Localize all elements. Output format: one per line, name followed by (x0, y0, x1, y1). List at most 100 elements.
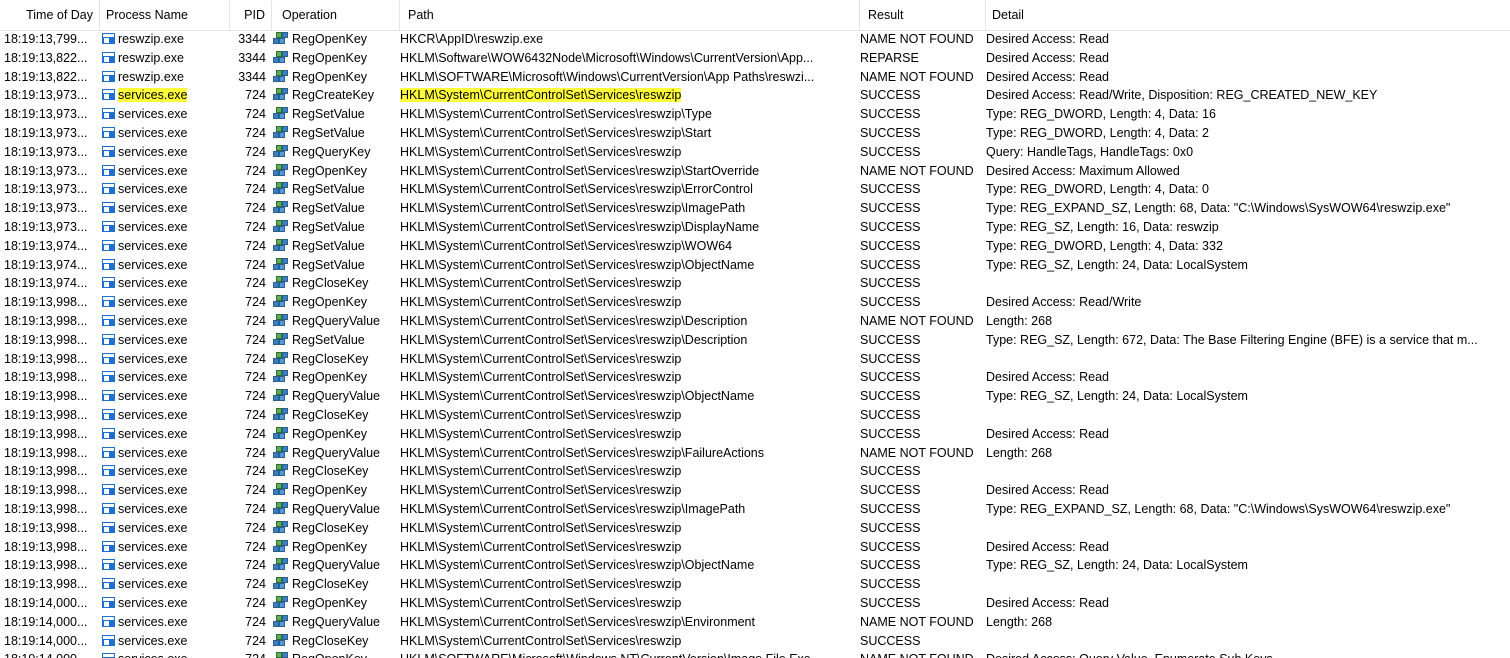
detail-cell: Type: REG_DWORD, Length: 4, Data: 16 (986, 107, 1216, 122)
operation-name: RegCloseKey (292, 520, 369, 535)
path-cell: HKLM\System\CurrentControlSet\Services\r… (400, 274, 858, 293)
operation-cell: RegCloseKey (272, 632, 398, 651)
path-cell: HKLM\System\CurrentControlSet\Services\r… (400, 500, 858, 519)
operation-name: RegOpenKey (292, 483, 368, 498)
path-text: HKLM\System\CurrentControlSet\Services\r… (400, 370, 682, 385)
operation-name: RegQueryValue (292, 389, 381, 404)
header-operation[interactable]: Operation (272, 0, 400, 30)
table-row[interactable]: 18:19:13,998... services.exe 724 RegCloseKe… (0, 462, 1510, 481)
table-row[interactable]: 18:19:13,998... services.exe 724 RegQueryVa… (0, 444, 1510, 463)
table-row[interactable]: 18:19:13,973... services.exe 724 RegQueryKe… (0, 143, 1510, 162)
operation-name: RegOpenKey (292, 69, 368, 84)
process-window-icon (102, 596, 115, 608)
table-row[interactable]: 18:19:13,998... services.exe 724 RegCloseKe… (0, 350, 1510, 369)
table-row[interactable]: 18:19:13,973... services.exe 724 RegSetValu… (0, 180, 1510, 199)
registry-cubes-icon (272, 575, 290, 591)
table-row[interactable]: 18:19:13,973... services.exe 724 RegSetValu… (0, 124, 1510, 143)
process-name: services.exe (118, 407, 188, 422)
path-text: HKLM\System\CurrentControlSet\Services\r… (400, 107, 712, 122)
table-row[interactable]: 18:19:13,822... reswzip.exe 3344 RegOpenKey… (0, 49, 1510, 68)
path-text: HKLM\System\CurrentControlSet\Services\r… (400, 163, 760, 178)
table-row[interactable]: 18:19:13,822... reswzip.exe 3344 RegOpenKey… (0, 68, 1510, 87)
process-name: services.exe (118, 464, 188, 479)
table-row[interactable]: 18:19:13,799... reswzip.exe 3344 RegOpenKey… (0, 30, 1510, 49)
path-cell: HKLM\System\CurrentControlSet\Services\r… (400, 331, 858, 350)
table-row[interactable]: 18:19:13,998... services.exe 724 RegQueryVa… (0, 556, 1510, 575)
table-row[interactable]: 18:19:13,973... services.exe 724 RegSetValu… (0, 218, 1510, 237)
operation-name: RegSetValue (292, 219, 365, 234)
detail-cell: Desired Access: Read (986, 483, 1109, 498)
table-row[interactable]: 18:19:13,974... services.exe 724 RegSetValu… (0, 256, 1510, 275)
operation-cell: RegSetValue (272, 180, 398, 199)
header-process-name[interactable]: Process Name (100, 0, 230, 30)
operation-cell: RegCloseKey (272, 575, 398, 594)
registry-cubes-icon (272, 105, 290, 121)
table-row[interactable]: 18:19:13,974... services.exe 724 RegSetValu… (0, 237, 1510, 256)
process-window-icon (102, 164, 115, 176)
process-name: services.exe (118, 633, 188, 648)
process-name: services.exe (118, 614, 188, 629)
table-row[interactable]: 18:19:13,973... services.exe 724 RegOpenKey… (0, 162, 1510, 181)
result-cell: SUCCESS (860, 332, 921, 347)
path-cell: HKLM\System\CurrentControlSet\Services\r… (400, 538, 858, 557)
path-text: HKLM\System\CurrentControlSet\Services\r… (400, 558, 755, 573)
operation-name: RegSetValue (292, 332, 365, 347)
registry-cubes-icon (272, 68, 290, 84)
operation-cell: RegSetValue (272, 105, 398, 124)
header-time-of-day[interactable]: Time of Day (0, 0, 100, 30)
table-row[interactable]: 18:19:13,998... services.exe 724 RegCloseKe… (0, 406, 1510, 425)
path-cell: HKLM\System\CurrentControlSet\Services\r… (400, 256, 858, 275)
time-cell: 18:19:13,998... (4, 426, 88, 441)
table-row[interactable]: 18:19:13,998... services.exe 724 RegOpenKey… (0, 538, 1510, 557)
table-row[interactable]: 18:19:13,998... services.exe 724 RegOpenKey… (0, 293, 1510, 312)
time-cell: 18:19:13,973... (4, 201, 88, 216)
process-monitor-grid: Time of Day Process Name PID Operation P… (0, 0, 1510, 658)
detail-cell: Type: REG_SZ, Length: 24, Data: LocalSys… (986, 558, 1248, 573)
table-row[interactable]: 18:19:13,973... services.exe 724 RegSetValu… (0, 105, 1510, 124)
detail-cell: Type: REG_DWORD, Length: 4, Data: 2 (986, 125, 1210, 140)
table-row[interactable]: 18:19:13,973... services.exe 724 RegSetValu… (0, 199, 1510, 218)
time-cell: 18:19:13,973... (4, 144, 88, 159)
pid-cell: 724 (245, 539, 266, 554)
operation-cell: RegSetValue (272, 256, 398, 275)
header-result[interactable]: Result (860, 0, 986, 30)
path-text: HKLM\System\CurrentControlSet\Services\r… (400, 332, 748, 347)
table-row[interactable]: 18:19:14,000... services.exe 724 RegOpenKey… (0, 650, 1510, 658)
header-path[interactable]: Path (400, 0, 860, 30)
operation-cell: RegSetValue (272, 331, 398, 350)
header-pid[interactable]: PID (230, 0, 272, 30)
header-detail[interactable]: Detail (986, 0, 1510, 30)
table-row[interactable]: 18:19:13,998... services.exe 724 RegOpenKey… (0, 368, 1510, 387)
process-window-icon (102, 296, 115, 308)
table-row[interactable]: 18:19:13,998... services.exe 724 RegQueryVa… (0, 387, 1510, 406)
result-cell: SUCCESS (860, 633, 921, 648)
table-row[interactable]: 18:19:13,998... services.exe 724 RegOpenKey… (0, 481, 1510, 500)
result-cell: NAME NOT FOUND (860, 445, 974, 460)
table-row[interactable]: 18:19:13,998... services.exe 724 RegOpenKey… (0, 425, 1510, 444)
time-cell: 18:19:13,973... (4, 163, 88, 178)
operation-name: RegQueryValue (292, 313, 381, 328)
path-text: HKLM\System\CurrentControlSet\Services\r… (400, 501, 746, 516)
time-cell: 18:19:13,998... (4, 295, 88, 310)
operation-name: RegSetValue (292, 257, 365, 272)
detail-cell (986, 575, 1506, 594)
registry-cubes-icon (272, 387, 290, 403)
table-row[interactable]: 18:19:13,973... services.exe 724 RegCreateK… (0, 86, 1510, 105)
operation-cell: RegCloseKey (272, 274, 398, 293)
table-row[interactable]: 18:19:13,998... services.exe 724 RegQueryVa… (0, 500, 1510, 519)
table-row[interactable]: 18:19:13,998... services.exe 724 RegCloseKe… (0, 575, 1510, 594)
detail-cell (986, 462, 1506, 481)
path-text: HKLM\System\CurrentControlSet\Services\r… (400, 219, 760, 234)
table-row[interactable]: 18:19:14,000... services.exe 724 RegOpenKey… (0, 594, 1510, 613)
detail-cell (986, 274, 1506, 293)
path-text: HKLM\System\CurrentControlSet\Services\r… (400, 577, 682, 592)
pid-cell: 724 (245, 464, 266, 479)
table-row[interactable]: 18:19:13,998... services.exe 724 RegQueryVa… (0, 312, 1510, 331)
table-row[interactable]: 18:19:13,974... services.exe 724 RegCloseKe… (0, 274, 1510, 293)
process-window-icon (102, 465, 115, 477)
table-row[interactable]: 18:19:13,998... services.exe 724 RegCloseKe… (0, 519, 1510, 538)
result-cell: SUCCESS (860, 389, 921, 404)
table-row[interactable]: 18:19:14,000... services.exe 724 RegQueryVa… (0, 613, 1510, 632)
table-row[interactable]: 18:19:14,000... services.exe 724 RegCloseKe… (0, 632, 1510, 651)
table-row[interactable]: 18:19:13,998... services.exe 724 RegSetValu… (0, 331, 1510, 350)
